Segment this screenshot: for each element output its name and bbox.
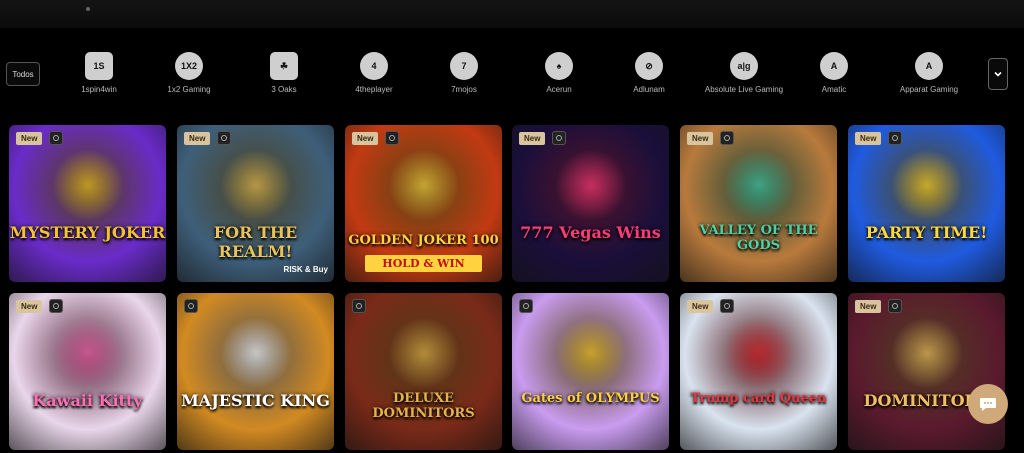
- game-title: Kawaii Kitty: [32, 391, 143, 410]
- provider-badge-icon: [888, 299, 902, 313]
- game-artwork: [220, 317, 292, 389]
- game-artwork: [388, 149, 460, 221]
- provider-name: Adlunam: [633, 85, 665, 94]
- acerun-logo-icon: ♠: [545, 52, 573, 80]
- chat-bubble-icon: [980, 398, 996, 411]
- provider-badge-icon: [184, 299, 198, 313]
- provider-badge-icon: [888, 131, 902, 145]
- game-artwork: [52, 317, 124, 389]
- game-artwork: [52, 149, 124, 221]
- game-artwork: [220, 149, 292, 221]
- new-badge: New: [855, 132, 882, 145]
- provider-name: Apparat Gaming: [899, 85, 959, 94]
- provider-badge-icon: [217, 131, 231, 145]
- game-tile[interactable]: MAJESTIC KING: [177, 293, 334, 450]
- adlunam-logo-icon: ⊘: [635, 52, 663, 80]
- game-title: FOR THE REALM!: [213, 223, 298, 261]
- game-tile[interactable]: New Kawaii Kitty: [9, 293, 166, 450]
- game-artwork: [723, 317, 795, 389]
- provider-badge-icon: [49, 299, 63, 313]
- provider-item[interactable]: ☘ 3 Oaks: [240, 52, 328, 98]
- game-artwork: [723, 149, 795, 221]
- provider-badge-icon: [519, 299, 533, 313]
- provider-badge-icon: [49, 131, 63, 145]
- game-tile[interactable]: New VALLEY OF THE GODS: [680, 125, 837, 282]
- 3-oaks-logo-icon: ☘: [270, 52, 298, 80]
- provider-name: 1x2 Gaming: [167, 85, 211, 94]
- amatic-logo-icon: A: [820, 52, 848, 80]
- game-title: VALLEY OF THE GODS: [699, 223, 818, 253]
- game-feature-label: RISK & Buy: [283, 265, 328, 274]
- provider-item[interactable]: ♠ Acerun: [515, 52, 603, 98]
- carousel-dot[interactable]: [86, 7, 90, 11]
- game-subtitle: HOLD & WIN: [365, 255, 482, 272]
- game-title: MYSTERY JOKER: [9, 223, 166, 242]
- header-strip: [0, 0, 1024, 28]
- provider-badge-icon: [720, 131, 734, 145]
- provider-name: Absolute Live Gaming: [704, 85, 784, 94]
- provider-item[interactable]: a|g Absolute Live Gaming: [700, 52, 788, 98]
- game-title: Gates of OLYMPUS: [521, 391, 660, 406]
- game-title: MAJESTIC KING: [181, 391, 330, 410]
- absolute-live-gaming-logo-icon: a|g: [730, 52, 758, 80]
- 1x2-gaming-logo-icon: 1X2: [175, 52, 203, 80]
- new-badge: New: [184, 132, 211, 145]
- new-badge: New: [16, 300, 43, 313]
- game-artwork: [555, 149, 627, 221]
- provider-badge-icon: [352, 299, 366, 313]
- game-tile[interactable]: New MYSTERY JOKER: [9, 125, 166, 282]
- provider-item[interactable]: A Amatic: [790, 52, 878, 98]
- chevron-down-icon: [994, 71, 1002, 77]
- new-badge: New: [855, 300, 882, 313]
- provider-name: 3 Oaks: [271, 85, 297, 94]
- game-artwork: [388, 317, 460, 389]
- provider-badge-icon: [385, 131, 399, 145]
- provider-name: Acerun: [546, 85, 572, 94]
- new-badge: New: [352, 132, 379, 145]
- provider-item[interactable]: ⊘ Adlunam: [605, 52, 693, 98]
- provider-name: 7mojos: [451, 85, 477, 94]
- game-title: 777 Vegas Wins: [520, 223, 661, 242]
- game-tile[interactable]: New FOR THE REALM! RISK & Buy: [177, 125, 334, 282]
- game-artwork: [555, 317, 627, 389]
- game-artwork: [891, 317, 963, 389]
- provider-item[interactable]: 7 7mojos: [420, 52, 508, 98]
- filter-all-button[interactable]: Todos: [6, 62, 40, 86]
- game-tile[interactable]: DELUXE DOMINITORS: [345, 293, 502, 450]
- new-badge: New: [687, 132, 714, 145]
- provider-name: 1spin4win: [81, 85, 117, 94]
- new-badge: New: [16, 132, 43, 145]
- game-tile[interactable]: Gates of OLYMPUS: [512, 293, 669, 450]
- apparat-gaming-logo-icon: A: [915, 52, 943, 80]
- provider-item[interactable]: 4 4theplayer: [330, 52, 418, 98]
- game-title: PARTY TIME!: [865, 223, 988, 242]
- game-tile[interactable]: New DOMINITORS: [848, 293, 1005, 450]
- providers-expand-button[interactable]: [988, 58, 1008, 90]
- live-chat-button[interactable]: [968, 384, 1008, 424]
- game-tile[interactable]: New GOLDEN JOKER 100 HOLD & WIN: [345, 125, 502, 282]
- 1spin4win-logo-icon: 1S: [85, 52, 113, 80]
- provider-name: Amatic: [821, 85, 847, 94]
- game-title: DELUXE DOMINITORS: [372, 391, 475, 421]
- 4theplayer-logo-icon: 4: [360, 52, 388, 80]
- game-artwork: [891, 149, 963, 221]
- provider-item[interactable]: A Apparat Gaming: [885, 52, 973, 98]
- game-tile[interactable]: New Trump card Queen: [680, 293, 837, 450]
- provider-item[interactable]: 1X2 1x2 Gaming: [145, 52, 233, 98]
- provider-badge-icon: [552, 131, 566, 145]
- game-tile[interactable]: New 777 Vegas Wins: [512, 125, 669, 282]
- 7mojos-logo-icon: 7: [450, 52, 478, 80]
- game-title: GOLDEN JOKER 100: [348, 233, 499, 248]
- new-badge: New: [519, 132, 546, 145]
- provider-item[interactable]: 1S 1spin4win: [55, 52, 143, 98]
- provider-name: 4theplayer: [355, 85, 393, 94]
- game-tile[interactable]: New PARTY TIME!: [848, 125, 1005, 282]
- new-badge: New: [687, 300, 714, 313]
- game-title: Trump card Queen: [690, 391, 827, 406]
- provider-badge-icon: [720, 299, 734, 313]
